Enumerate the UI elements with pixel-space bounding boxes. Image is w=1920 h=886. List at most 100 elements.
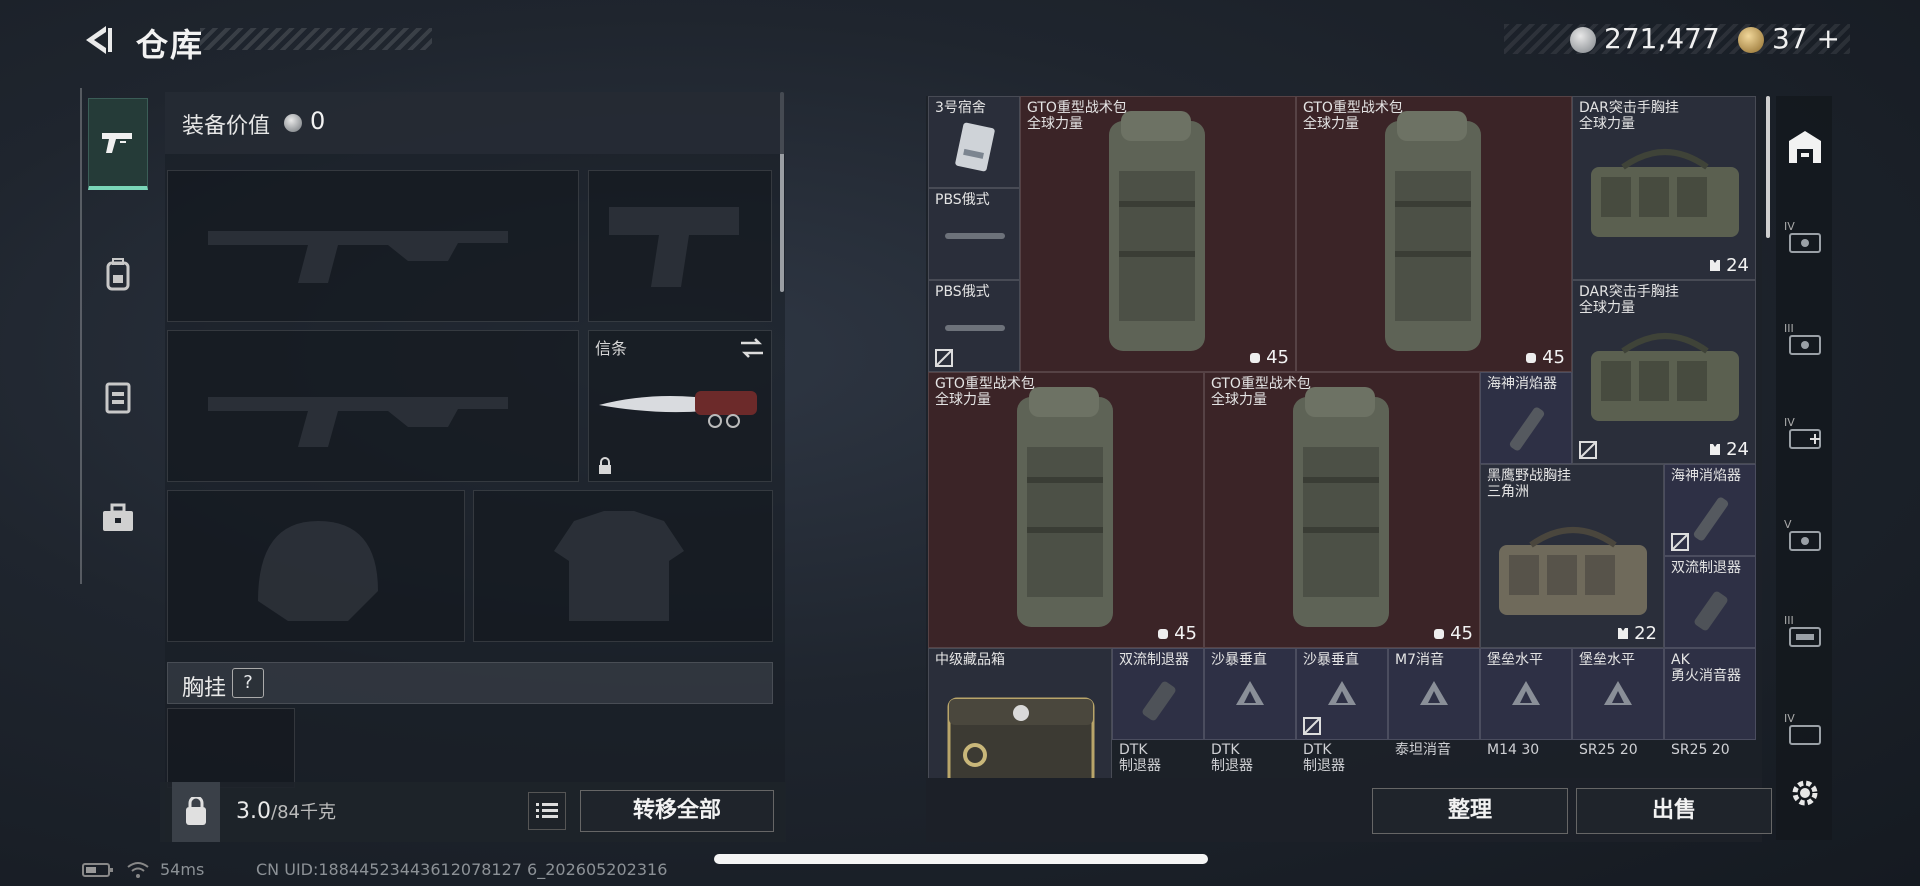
sell-button[interactable]: 出售	[1576, 788, 1772, 834]
vest-icon	[105, 382, 131, 414]
item-shuangliu-2[interactable]: 双流制退器 DTK 制退器	[1112, 648, 1204, 774]
tab-vest[interactable]	[88, 350, 148, 442]
item-shabao-1[interactable]: 沙暴垂直 DTK 制退器	[1204, 648, 1296, 774]
wifi-icon	[127, 862, 149, 878]
storage-case-icon	[1789, 531, 1821, 551]
item-haishen-2[interactable]: 海神消焰器	[1664, 464, 1756, 556]
backpack-icon	[1293, 387, 1389, 627]
storage-page-iv-plus[interactable]: IV	[1784, 416, 1826, 458]
equipment-value-label: 装备价值	[182, 114, 271, 139]
home-indicator[interactable]	[714, 854, 1208, 864]
sort-button[interactable]: 整理	[1372, 788, 1568, 834]
add-currency-icon[interactable]: +	[1817, 22, 1840, 55]
vest-badge-icon	[1618, 628, 1629, 639]
item-quantity: 22	[1616, 623, 1657, 644]
storage-page-iii[interactable]: III	[1784, 322, 1826, 364]
backpack-icon	[1385, 111, 1481, 351]
item-quantity: 45	[1432, 623, 1473, 644]
tier-label: V	[1784, 518, 1792, 531]
item-baolei-2[interactable]: 堡垒水平 SR25 20	[1572, 648, 1664, 758]
melee-slot[interactable]: 信条	[588, 330, 772, 482]
item-m7[interactable]: M7消音 泰坦消音	[1388, 648, 1480, 758]
tab-weapons[interactable]	[88, 98, 148, 190]
storage-page-iv[interactable]: IV	[1784, 220, 1826, 262]
tier-label: IV	[1784, 712, 1795, 725]
pistol-icon	[102, 132, 132, 153]
silver-coin-icon	[1570, 27, 1596, 53]
chest-rig-slot[interactable]	[167, 708, 295, 788]
tier-label: III	[1784, 614, 1794, 627]
muzzle-brake-icon	[1142, 681, 1176, 721]
backpack-icon	[1109, 111, 1205, 351]
battery-icon	[82, 863, 113, 877]
placeholder-triangle-icon	[1512, 681, 1540, 705]
suppressor-icon	[945, 233, 1005, 239]
rifle-silhouette-icon	[208, 397, 508, 447]
swap-icon[interactable]	[739, 337, 765, 359]
list-view-button[interactable]	[528, 792, 566, 830]
currency-silver: 271,477	[1604, 22, 1720, 55]
pistol-silhouette-icon	[609, 207, 739, 287]
chest-rig-icon	[1499, 527, 1647, 615]
item-dar-rig-2[interactable]: DAR突击手胸挂 全球力量 24	[1572, 280, 1756, 464]
item-shuangliu-1[interactable]: 双流制退器	[1664, 556, 1756, 648]
storage-page-iii-b[interactable]: III	[1784, 614, 1826, 656]
item-gto-backpack-3[interactable]: GTO重型战术包 全球力量 45	[928, 372, 1204, 648]
backpack-badge-icon	[1250, 353, 1261, 363]
page-title: 仓库	[136, 26, 205, 64]
uid-readout: CN UID:18844523443612078127 6_2026052023…	[256, 860, 668, 879]
toolbox-icon	[103, 503, 133, 531]
item-collection-box[interactable]: 中级藏品箱	[928, 648, 1112, 778]
muzzle-brake-icon	[1694, 591, 1728, 631]
settings-button[interactable]	[1784, 772, 1826, 814]
weight-icon	[172, 782, 220, 842]
storage-main-icon[interactable]	[1784, 126, 1826, 168]
tier-label: IV	[1784, 416, 1795, 429]
equipment-value: 0	[310, 107, 326, 135]
vest-badge-icon	[1710, 444, 1721, 455]
secondary-weapon-slot[interactable]	[167, 330, 579, 482]
item-haishen-1[interactable]: 海神消焰器	[1480, 372, 1572, 464]
item-gto-backpack-4[interactable]: GTO重型战术包 全球力量 45	[1204, 372, 1480, 648]
storage-scrollbar[interactable]	[1766, 96, 1770, 238]
storage-page-iv-b[interactable]: IV	[1784, 712, 1826, 754]
keycard-icon	[955, 122, 995, 172]
item-shabao-2[interactable]: 沙暴垂直 DTK 制退器	[1296, 648, 1388, 774]
back-arrow-icon[interactable]	[80, 22, 116, 58]
backpack-badge-icon	[1434, 629, 1445, 639]
transfer-all-button[interactable]: 转移全部	[580, 790, 774, 832]
weight-readout: 3.0/84千克	[236, 799, 336, 824]
help-icon[interactable]: ?	[232, 668, 264, 698]
item-gto-backpack-2[interactable]: GTO重型战术包 全球力量 45	[1296, 96, 1572, 372]
flash-hider-icon	[1693, 497, 1729, 541]
currency-gold[interactable]: 37 +	[1772, 22, 1840, 55]
no-trade-icon	[1671, 533, 1689, 551]
item-ak-suppressor[interactable]: AK 勇火消音器 SR25 20	[1664, 648, 1756, 758]
tab-backpack[interactable]	[88, 228, 148, 320]
placeholder-triangle-icon	[1328, 681, 1356, 705]
rifle-silhouette-icon	[208, 231, 508, 283]
item-pbs-2[interactable]: PBS俄式	[928, 280, 1020, 372]
item-keycard[interactable]: 3号宿舍	[928, 96, 1020, 188]
title-decoration	[200, 28, 432, 50]
pistol-slot[interactable]	[588, 170, 772, 322]
item-dar-rig-1[interactable]: DAR突击手胸挂 全球力量 24	[1572, 96, 1756, 280]
item-pbs-1[interactable]: PBS俄式	[928, 188, 1020, 280]
tier-label: IV	[1784, 220, 1795, 233]
chest-rig-label: 胸挂	[182, 676, 227, 701]
placeholder-triangle-icon	[1604, 681, 1632, 705]
gold-coin-icon	[1738, 27, 1764, 53]
lock-icon	[599, 457, 611, 474]
armor-slot[interactable]	[473, 490, 773, 642]
placeholder-triangle-icon	[1236, 681, 1264, 705]
item-gto-backpack-1[interactable]: GTO重型战术包 全球力量 45	[1020, 96, 1296, 372]
item-baolei-1[interactable]: 堡垒水平 M14 30	[1480, 648, 1572, 758]
tab-toolbox[interactable]	[88, 472, 148, 564]
storage-page-v[interactable]: V	[1784, 518, 1826, 560]
item-blackhawk-rig[interactable]: 黑鹰野战胸挂 三角洲 22	[1480, 464, 1664, 648]
silver-coin-icon	[284, 114, 302, 132]
primary-weapon-slot[interactable]	[167, 170, 579, 322]
backpack-icon	[106, 258, 130, 291]
helmet-slot[interactable]	[167, 490, 465, 642]
item-quantity: 45	[1156, 623, 1197, 644]
